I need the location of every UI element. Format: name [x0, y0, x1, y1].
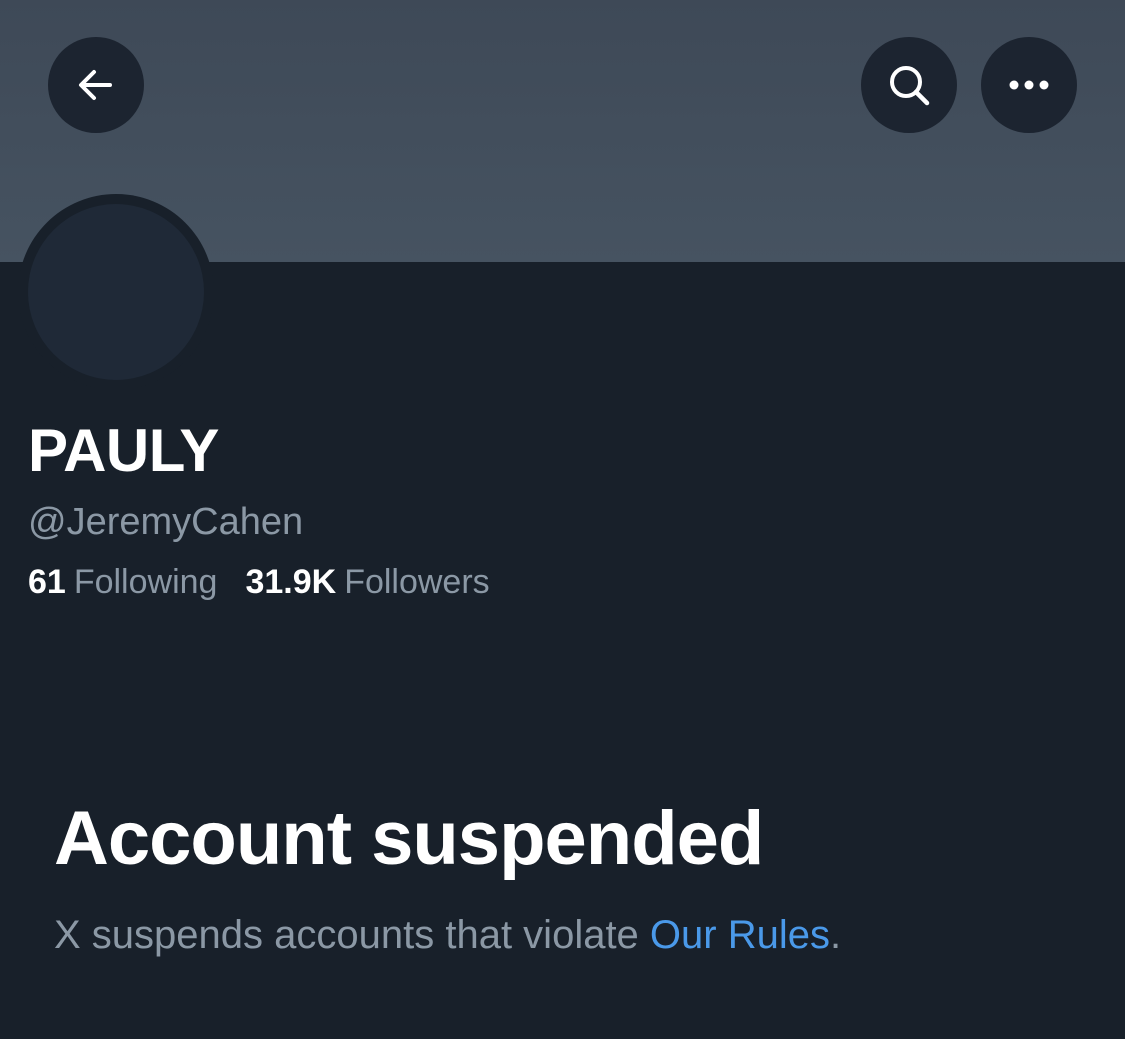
back-button[interactable]: [48, 37, 144, 133]
suspended-title: Account suspended: [54, 796, 764, 881]
suspended-message: X suspends accounts that violate Our Rul…: [54, 910, 841, 960]
user-handle: @JeremyCahen: [28, 501, 304, 543]
followers-count: 31.9K: [245, 563, 337, 601]
followers-link[interactable]: 31.9K Followers: [245, 562, 489, 602]
following-link[interactable]: 61 Following: [28, 562, 217, 602]
display-name: PAULY: [28, 417, 219, 484]
suspended-message-suffix: .: [829, 913, 842, 957]
followers-label: Followers: [344, 563, 490, 601]
more-options-button[interactable]: [981, 37, 1077, 133]
avatar: [28, 204, 204, 380]
follow-stats: 61 Following 31.9K Followers: [28, 562, 490, 602]
following-count: 61: [28, 563, 66, 601]
more-horizontal-icon: [1009, 80, 1049, 90]
suspended-message-prefix: X suspends accounts that violate: [54, 913, 650, 957]
following-label: Following: [73, 563, 218, 601]
arrow-left-icon: [79, 70, 112, 100]
search-button[interactable]: [861, 37, 957, 133]
search-icon: [890, 66, 930, 106]
our-rules-link[interactable]: Our Rules: [650, 913, 830, 957]
